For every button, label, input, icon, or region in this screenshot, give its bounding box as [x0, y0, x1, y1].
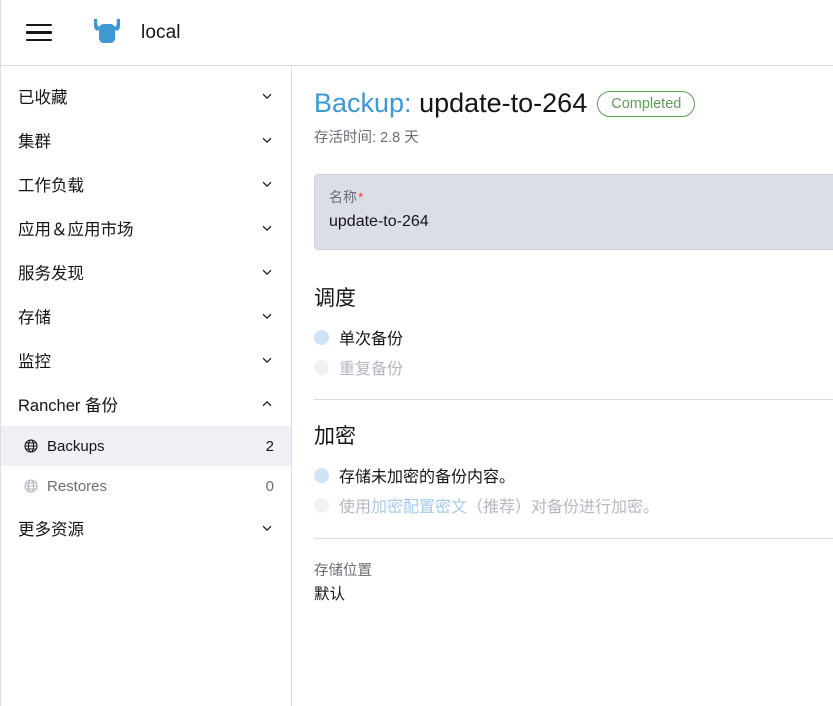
radio-use-encryption: 使用 加密配置密文 （推荐）对备份进行加密。: [314, 490, 833, 520]
storage-location-value: 默认: [314, 586, 346, 603]
radio-unselected-icon: [314, 359, 329, 375]
sidebar-item-monitoring[interactable]: 监控: [1, 338, 291, 382]
sidebar-item-label: Restores: [47, 477, 108, 495]
globe-icon: [23, 438, 39, 454]
sidebar-item-label: 存储: [18, 309, 51, 327]
radio-selected-icon: [314, 467, 329, 483]
page-title-row: Backup: update-to-264 Completed: [314, 88, 833, 119]
sidebar-item-label: 监控: [18, 353, 51, 371]
sidebar-item-rancher-backups[interactable]: Rancher 备份: [1, 382, 291, 426]
app-root: local 已收藏 集群 工作负载 应用＆应用市场 服务发现 存储 监控 Ran…: [0, 0, 833, 706]
name-field-label: 名称*: [329, 187, 822, 207]
sidebar-item-favorites[interactable]: 已收藏: [1, 74, 291, 118]
sidebar-item-label: 集群: [18, 133, 51, 151]
radio-single-backup[interactable]: 单次备份: [314, 322, 833, 352]
page-subtitle: 存活时间: 2.8 天: [314, 130, 419, 146]
radio-selected-icon: [314, 329, 329, 345]
globe-icon: [23, 478, 39, 494]
chevron-down-icon[interactable]: [260, 89, 274, 103]
sidebar-item-label: 已收藏: [18, 89, 68, 107]
sidebar-item-cluster[interactable]: 集群: [1, 118, 291, 162]
sidebar-item-label: 应用＆应用市场: [18, 221, 134, 239]
chevron-up-icon[interactable]: [260, 397, 274, 411]
sidebar-item-label: Backups: [47, 437, 105, 455]
chevron-down-icon[interactable]: [260, 309, 274, 323]
page-title: Backup: update-to-264: [314, 88, 587, 119]
chevron-down-icon[interactable]: [260, 521, 274, 535]
radio-label: 存储未加密的备份内容。: [339, 469, 516, 486]
sidebar-item-label: 工作负载: [18, 177, 84, 195]
sidebar-item-label: Rancher 备份: [18, 397, 118, 415]
sidebar-item-count: 2: [265, 437, 274, 455]
name-field-value: update-to-264: [329, 213, 429, 230]
name-field-label-text: 名称: [329, 189, 357, 205]
storage-location-label: 存储位置: [314, 563, 372, 579]
chevron-down-icon[interactable]: [260, 133, 274, 147]
sidebar-item-apps-marketplace[interactable]: 应用＆应用市场: [1, 206, 291, 250]
rancher-cow-logo-icon[interactable]: [87, 13, 127, 53]
encryption-heading: 加密: [314, 425, 356, 448]
sidebar-item-workloads[interactable]: 工作负载: [1, 162, 291, 206]
radio-label: 单次备份: [339, 331, 404, 348]
sidebar-item-more-resources[interactable]: 更多资源: [1, 506, 291, 550]
main-content: Backup: update-to-264 Completed 存活时间: 2.…: [292, 66, 833, 706]
sidebar-item-count: 0: [265, 477, 274, 495]
hamburger-bar: [26, 23, 52, 27]
hamburger-icon[interactable]: [21, 15, 57, 51]
radio-no-encryption[interactable]: 存储未加密的备份内容。: [314, 460, 833, 490]
radio-unselected-icon: [314, 497, 329, 513]
radio-label: 重复备份: [339, 361, 404, 378]
status-badge: Completed: [597, 90, 696, 117]
top-header: local: [1, 0, 833, 66]
required-asterisk: *: [358, 189, 364, 205]
page-title-name: update-to-264: [419, 88, 588, 118]
sidebar-item-label: 更多资源: [18, 521, 84, 539]
sidebar-item-label: 服务发现: [18, 265, 84, 283]
hamburger-bar: [26, 31, 52, 34]
chevron-down-icon[interactable]: [260, 177, 274, 191]
radio-label-suffix: （推荐）对备份进行加密。: [467, 499, 660, 516]
chevron-down-icon[interactable]: [260, 265, 274, 279]
encryption-secret-link[interactable]: 加密配置密文: [371, 493, 467, 517]
name-field[interactable]: 名称* update-to-264: [314, 174, 833, 250]
schedule-heading: 调度: [314, 287, 356, 310]
radio-label-prefix: 使用: [339, 499, 372, 516]
sidebar-nav: 已收藏 集群 工作负载 应用＆应用市场 服务发现 存储 监控 Rancher 备…: [1, 66, 292, 706]
chevron-down-icon[interactable]: [260, 221, 274, 235]
body-split: 已收藏 集群 工作负载 应用＆应用市场 服务发现 存储 监控 Rancher 备…: [1, 66, 833, 706]
chevron-down-icon[interactable]: [260, 353, 274, 367]
cluster-name[interactable]: local: [141, 22, 181, 44]
sidebar-item-restores[interactable]: Restores 0: [1, 466, 291, 506]
sidebar-item-backups[interactable]: Backups 2: [1, 426, 291, 466]
radio-recurring-backup: 重复备份: [314, 352, 833, 382]
page-title-kind: Backup:: [314, 88, 412, 118]
hamburger-bar: [26, 38, 52, 42]
sidebar-item-service-discovery[interactable]: 服务发现: [1, 250, 291, 294]
sidebar-item-storage[interactable]: 存储: [1, 294, 291, 338]
